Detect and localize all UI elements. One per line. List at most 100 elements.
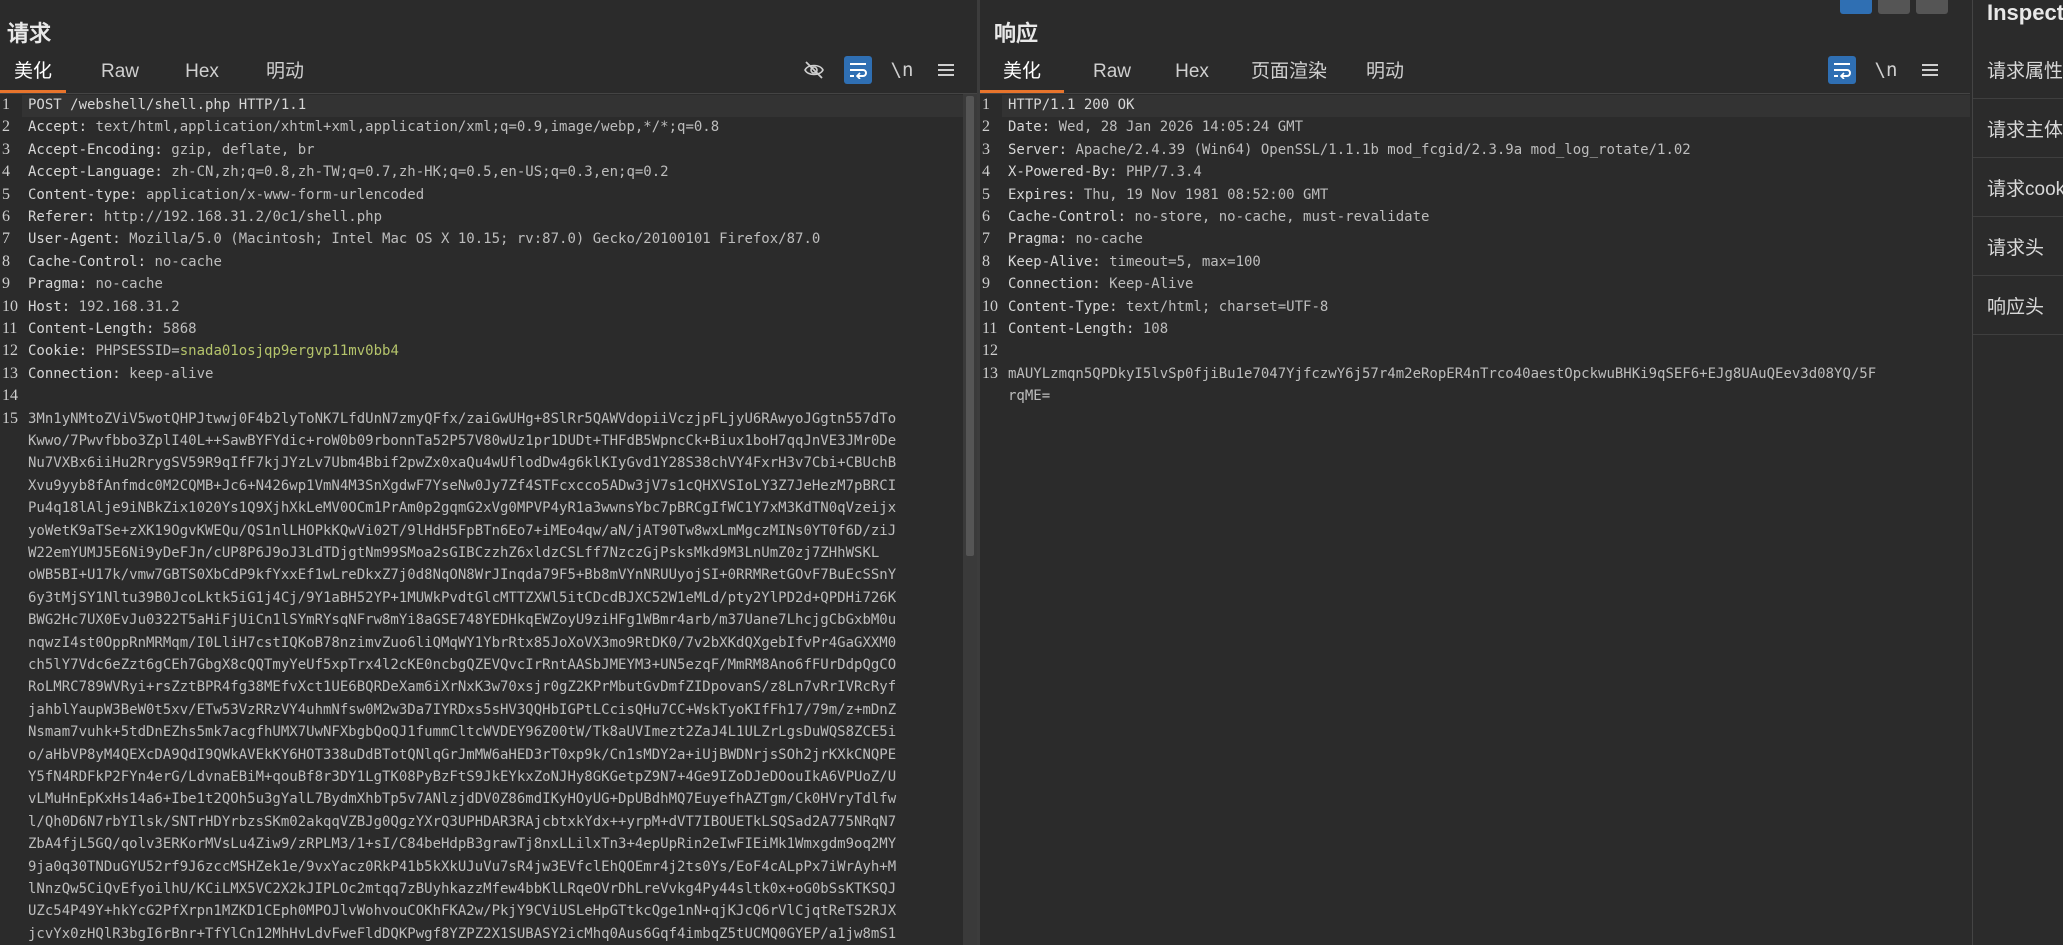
- response-tab-render[interactable]: 明动: [1352, 54, 1418, 90]
- header-line[interactable]: Connection: Keep-Alive: [1008, 276, 1193, 292]
- header-line[interactable]: Content-Type: text/html; charset=UTF-8: [1008, 299, 1328, 315]
- body-text-line[interactable]: Pu4q18lAlje9iNBkZix1020Ys1Q9XjhXkLeMV0OC…: [28, 500, 896, 516]
- header-line[interactable]: Server: Apache/2.4.39 (Win64) OpenSSL/1.…: [1008, 142, 1691, 158]
- layout-tabs-icon[interactable]: [1916, 0, 1948, 14]
- layout-split-icon[interactable]: [1840, 0, 1872, 14]
- eye-off-icon[interactable]: [800, 56, 828, 84]
- header-line[interactable]: Cache-Control: no-cache: [28, 254, 222, 270]
- body-text-line[interactable]: RoLMRC789WVRyi+rsZztBPR4fg38MEfvXct1UE6B…: [28, 679, 896, 695]
- line-number: 13: [2, 364, 18, 382]
- header-value: no-cache: [146, 253, 222, 270]
- body-text-line[interactable]: yoWetK9aTSe+zXK19OgvKWEQu/QS1nlLHOPkKQwV…: [28, 523, 896, 539]
- body-text-line[interactable]: 9ja0q30TNDuGYU52rf9J6zccMSHZek1e/9vxYacz…: [28, 859, 896, 875]
- body-text-line[interactable]: Xvu9yyb8fAnfmdc0M2CQMB+Jc6+N426wp1VmN4M3…: [28, 478, 896, 494]
- header-line[interactable]: Accept-Language: zh-CN,zh;q=0.8,zh-TW;q=…: [28, 164, 669, 180]
- request-editor[interactable]: 1 POST /webshell/shell.php HTTP/1.1 2 Accep…: [0, 93, 977, 945]
- header-line[interactable]: HTTP/1.1 200 OK: [1008, 97, 1134, 113]
- header-line[interactable]: X-Powered-By: PHP/7.3.4: [1008, 164, 1202, 180]
- inspector-request-attributes[interactable]: 请求属性: [1973, 40, 2063, 99]
- header-line[interactable]: Content-Length: 5868: [28, 321, 197, 337]
- wrap-icon[interactable]: [844, 56, 872, 84]
- menu-icon[interactable]: [1916, 56, 1944, 84]
- request-tab-render[interactable]: 明动: [252, 54, 318, 90]
- newline-toggle[interactable]: \n: [888, 56, 916, 84]
- header-line[interactable]: Connection: keep-alive: [28, 366, 213, 382]
- header-line[interactable]: Keep-Alive: timeout=5, max=100: [1008, 254, 1261, 270]
- line-number: 11: [2, 320, 18, 337]
- request-tab-pretty[interactable]: 美化: [0, 54, 66, 93]
- header-name: Accept:: [28, 119, 88, 136]
- header-line[interactable]: Date: Wed, 28 Jan 2026 14:05:24 GMT: [1008, 119, 1303, 135]
- request-toolbar: \n: [800, 54, 970, 84]
- line-number: 2: [2, 118, 10, 136]
- request-scrollbar[interactable]: [963, 94, 977, 945]
- body-text-line[interactable]: nqwzI4st0OppRnMRMqm/I0LliH7cstIQKoB78nzi…: [28, 635, 896, 651]
- header-name: Accept-Language:: [28, 164, 163, 181]
- body-text-line[interactable]: jcvYx0zHQlR3bgI6rBnr+TfYlCn12MhHvLdvFweF…: [28, 926, 896, 942]
- response-toolbar: \n: [1828, 54, 1968, 84]
- menu-icon[interactable]: [932, 56, 960, 84]
- request-scroll-thumb[interactable]: [966, 96, 974, 556]
- inspector-request-body[interactable]: 请求主体: [1973, 99, 2063, 158]
- line-number: 1: [982, 96, 990, 113]
- body-text-line[interactable]: lNnzQw5CiQvEfyoilhU/KCiLMX5VC2X2kJIPLOc2…: [28, 881, 896, 897]
- newline-toggle[interactable]: \n: [1872, 56, 1900, 84]
- inspector-request-headers[interactable]: 请求头: [1973, 217, 2063, 276]
- body-text-line[interactable]: Nu7VXBx6iiHu2RrygSV59R9qIfF7kjJYzLv7Ubm4…: [28, 455, 896, 471]
- body-text-line[interactable]: jahblYaupW3BeW0t5xv/ETw53VzRRzVY4uhmNfsw…: [28, 702, 896, 718]
- body-text-line[interactable]: 6y3tMjSY1Nltu39B0JcoLktk5iG1j4Cj/9Y1aBH5…: [28, 590, 896, 606]
- line-number: 10: [2, 297, 18, 315]
- request-tab-hex[interactable]: Hex: [172, 54, 232, 90]
- body-text-line[interactable]: l/Qh0D6N7rbYIlsk/SNTrHDYrbzsSKm02akqqVZB…: [28, 814, 896, 830]
- response-tab-pretty[interactable]: 美化: [980, 54, 1064, 93]
- body-text-line[interactable]: rqME=: [1008, 388, 1050, 404]
- body-text-line[interactable]: BWG2Hc7UX0EvJu0322T5aHiFjUiCn1lSYmRYsqNF…: [28, 612, 896, 628]
- header-name: Cache-Control:: [28, 253, 147, 270]
- response-tab-page-render[interactable]: 页面渲染: [1244, 54, 1334, 90]
- wrap-icon[interactable]: [1828, 56, 1856, 84]
- request-tab-raw[interactable]: Raw: [88, 54, 152, 90]
- body-text-line[interactable]: UZc54P49Y+hkYcG2PfXrpn1MZKD1CEph0MPOJlvW…: [28, 903, 896, 919]
- header-name: Server:: [1008, 141, 1068, 158]
- header-name: Keep-Alive:: [1008, 253, 1101, 270]
- line-number: 8: [2, 252, 10, 270]
- body-text-line[interactable]: Nsmam7vuhk+5tdDnEZhs5mk7acgfhUMX7UwNFXbg…: [28, 724, 896, 740]
- response-tab-hex[interactable]: Hex: [1162, 54, 1222, 90]
- response-pane: 响应 美化 Raw Hex 页面渲染 明动 \n 1 HTTP/1.1 200 O…: [980, 0, 1970, 945]
- body-text-line[interactable]: vLMuHnEpKxHs14a6+Ibe1t2QOh5u3gYalL7BydmX…: [28, 791, 896, 807]
- header-line[interactable]: Expires: Thu, 19 Nov 1981 08:52:00 GMT: [1008, 187, 1328, 203]
- line-number: 4: [982, 163, 990, 181]
- body-text-line[interactable]: ch5lY7Vdc6eZzt6gCEh7GbgX8cQQTmyYeUf5xpTr…: [28, 657, 896, 673]
- header-value: keep-alive: [120, 365, 214, 382]
- header-line[interactable]: User-Agent: Mozilla/5.0 (Macintosh; Inte…: [28, 231, 820, 247]
- header-line[interactable]: Accept-Encoding: gzip, deflate, br: [28, 142, 315, 158]
- header-name: Content-Length:: [28, 321, 155, 337]
- body-text-line[interactable]: W22emYUMJ5E6Ni9yDeFJn/cUP8P6J9oJ3LdTDjgt…: [28, 545, 879, 561]
- header-line[interactable]: Cache-Control: no-store, no-cache, must-…: [1008, 209, 1429, 225]
- line-number: 15: [2, 409, 18, 427]
- body-text-line[interactable]: Y5fN4RDFkP2FYn4erG/LdvnaEBiM+qouBf8r3DY1…: [28, 769, 896, 785]
- inspector-response-headers[interactable]: 响应头: [1973, 276, 2063, 335]
- layout-horizontal-icon[interactable]: [1878, 0, 1910, 14]
- line-number: 11: [982, 320, 998, 337]
- body-text-line[interactable]: o/aHbVP8yM4QEXcDA9QdI9QWkAVEkKY6HOT338uD…: [28, 747, 896, 763]
- inspector-request-cookies[interactable]: 请求cookie: [1973, 158, 2063, 217]
- header-line[interactable]: Referer: http://192.168.31.2/0c1/shell.p…: [28, 209, 382, 225]
- header-line[interactable]: POST /webshell/shell.php HTTP/1.1: [28, 97, 306, 113]
- header-line[interactable]: Pragma: no-cache: [1008, 231, 1143, 247]
- header-line[interactable]: Content-Length: 108: [1008, 321, 1168, 337]
- line-number: 3: [982, 140, 990, 158]
- body-text-line[interactable]: 3Mn1yNMtoZViV5wotQHPJtwwj0F4b2lyToNK7Lfd…: [28, 411, 896, 427]
- response-editor[interactable]: 1 HTTP/1.1 200 OK 2 Date: Wed, 28 Jan 2026 …: [980, 93, 1970, 945]
- header-line[interactable]: Host: 192.168.31.2: [28, 299, 180, 315]
- header-line[interactable]: Content-type: application/x-www-form-url…: [28, 187, 424, 203]
- body-text-line[interactable]: oWB5BI+U17k/vmw7GBTS0XbCdP9kfYxxEf1wLreD…: [28, 567, 896, 583]
- header-line[interactable]: Accept: text/html,application/xhtml+xml,…: [28, 119, 719, 135]
- header-line[interactable]: Pragma: no-cache: [28, 276, 163, 292]
- header-value: Keep-Alive: [1100, 276, 1194, 293]
- header-line[interactable]: Cookie: PHPSESSID=snada01osjqp9ergvp11mv…: [28, 343, 399, 359]
- response-tab-raw[interactable]: Raw: [1080, 54, 1144, 90]
- body-text-line[interactable]: Kwwo/7Pwvfbbo3ZplI40L++SawBYFYdic+roW0b0…: [28, 433, 896, 449]
- body-text-line[interactable]: ZbA4fjL5GQ/qolv3ERKorMVsLu4Ziw9/zRPLM3/1…: [28, 836, 896, 852]
- body-text-line[interactable]: mAUYLzmqn5QPDkyI5lvSp0fjiBu1e7047YjfczwY…: [1008, 366, 1876, 382]
